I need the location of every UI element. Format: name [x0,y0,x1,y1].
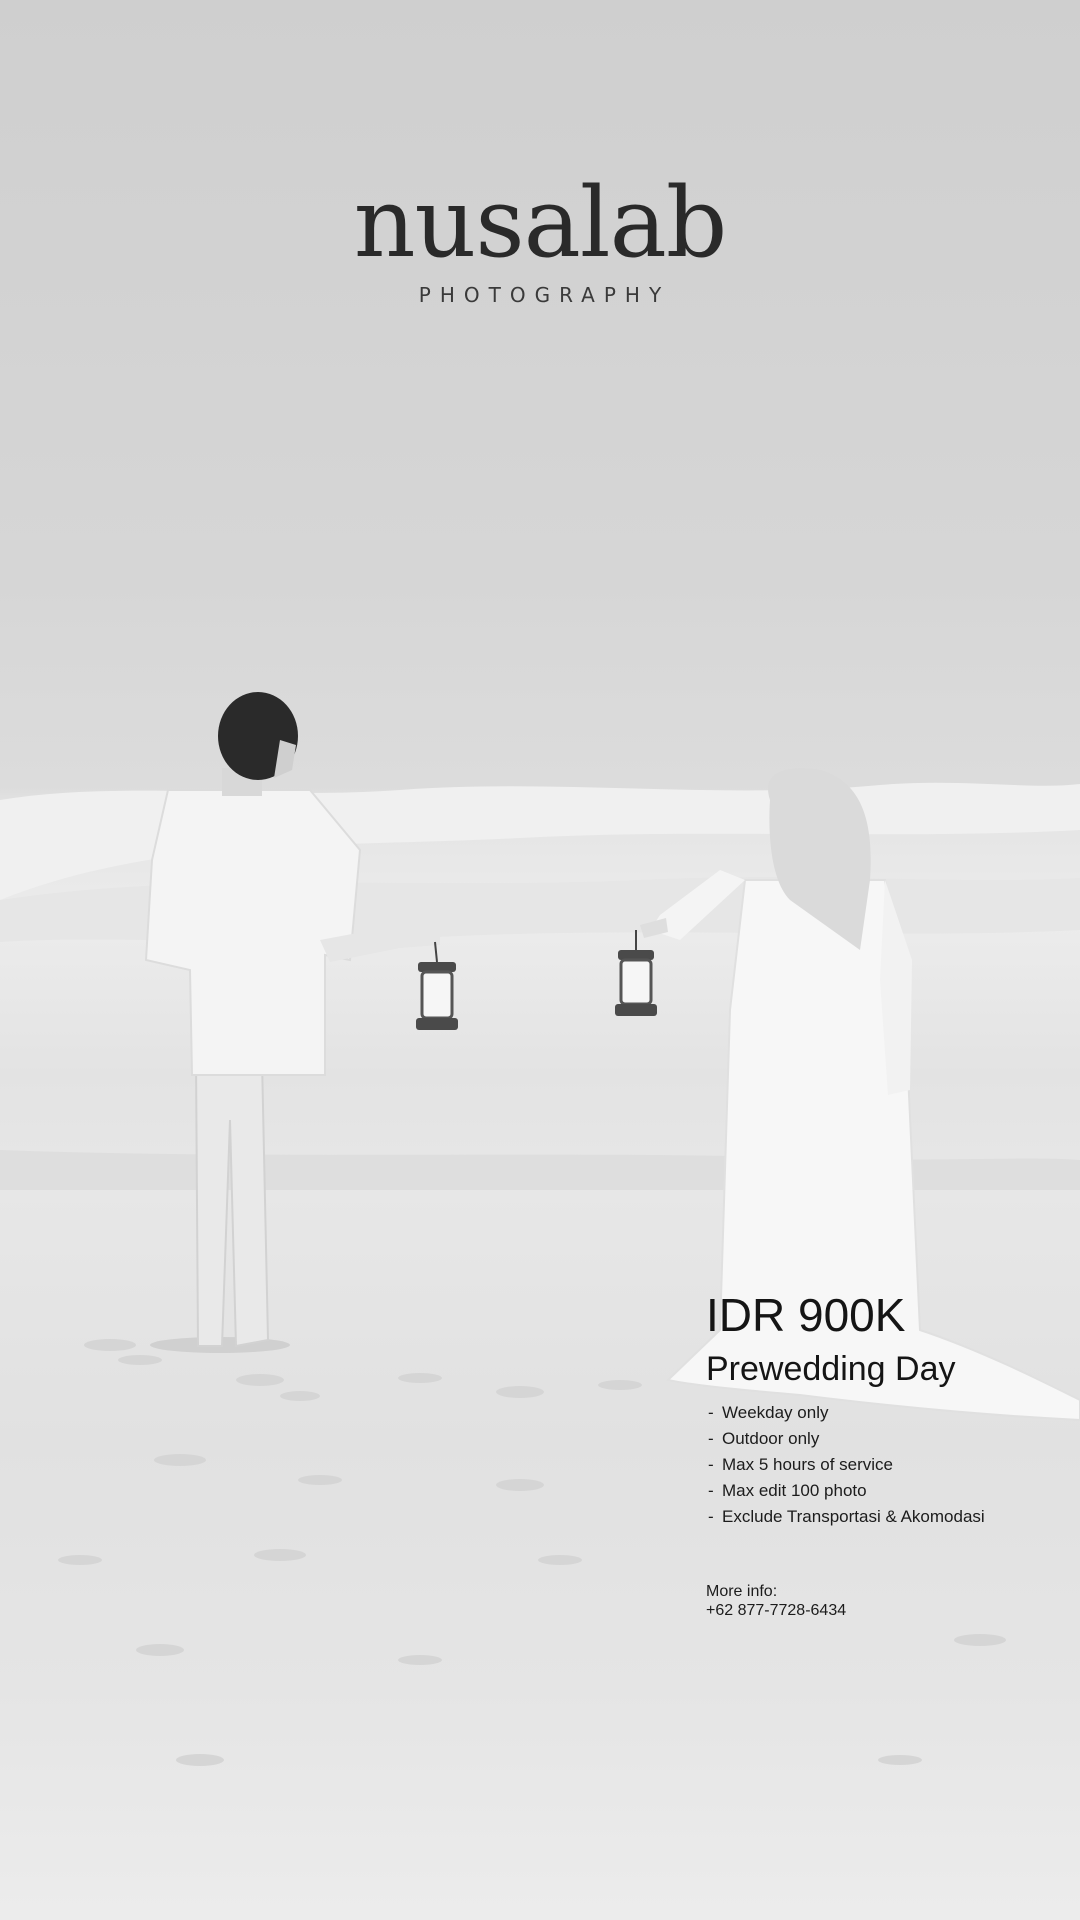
feature-item: Exclude Transportasi & Akomodasi [706,1504,1046,1530]
poster: nusalab PHOTOGRAPHY IDR 900K Prewedding … [0,0,1080,1920]
contact-phone[interactable]: +62 877-7728-6434 [706,1601,1046,1620]
contact-label: More info: [706,1582,778,1600]
lantern-right [615,930,657,1016]
lantern-left [416,941,458,1030]
package-name: Prewedding Day [706,1349,956,1388]
feature-item: Max edit 100 photo [706,1478,1046,1504]
feature-item: Weekday only [706,1400,1046,1426]
feature-item: Outdoor only [706,1426,1046,1452]
price: IDR 900K [706,1289,906,1341]
shoreline [0,1150,1080,1190]
contact-info: More info: +62 877-7728-6434 [706,1582,1046,1620]
brand-tagline: PHOTOGRAPHY [418,283,671,307]
brand-name: nusalab [353,167,728,279]
feature-list: Weekday only Outdoor only Max 5 hours of… [706,1400,1046,1530]
brand-logo: nusalab PHOTOGRAPHY [0,175,1080,307]
feature-item: Max 5 hours of service [706,1452,1046,1478]
offer-panel: IDR 900K Prewedding Day Weekday only Out… [706,1290,1046,1620]
